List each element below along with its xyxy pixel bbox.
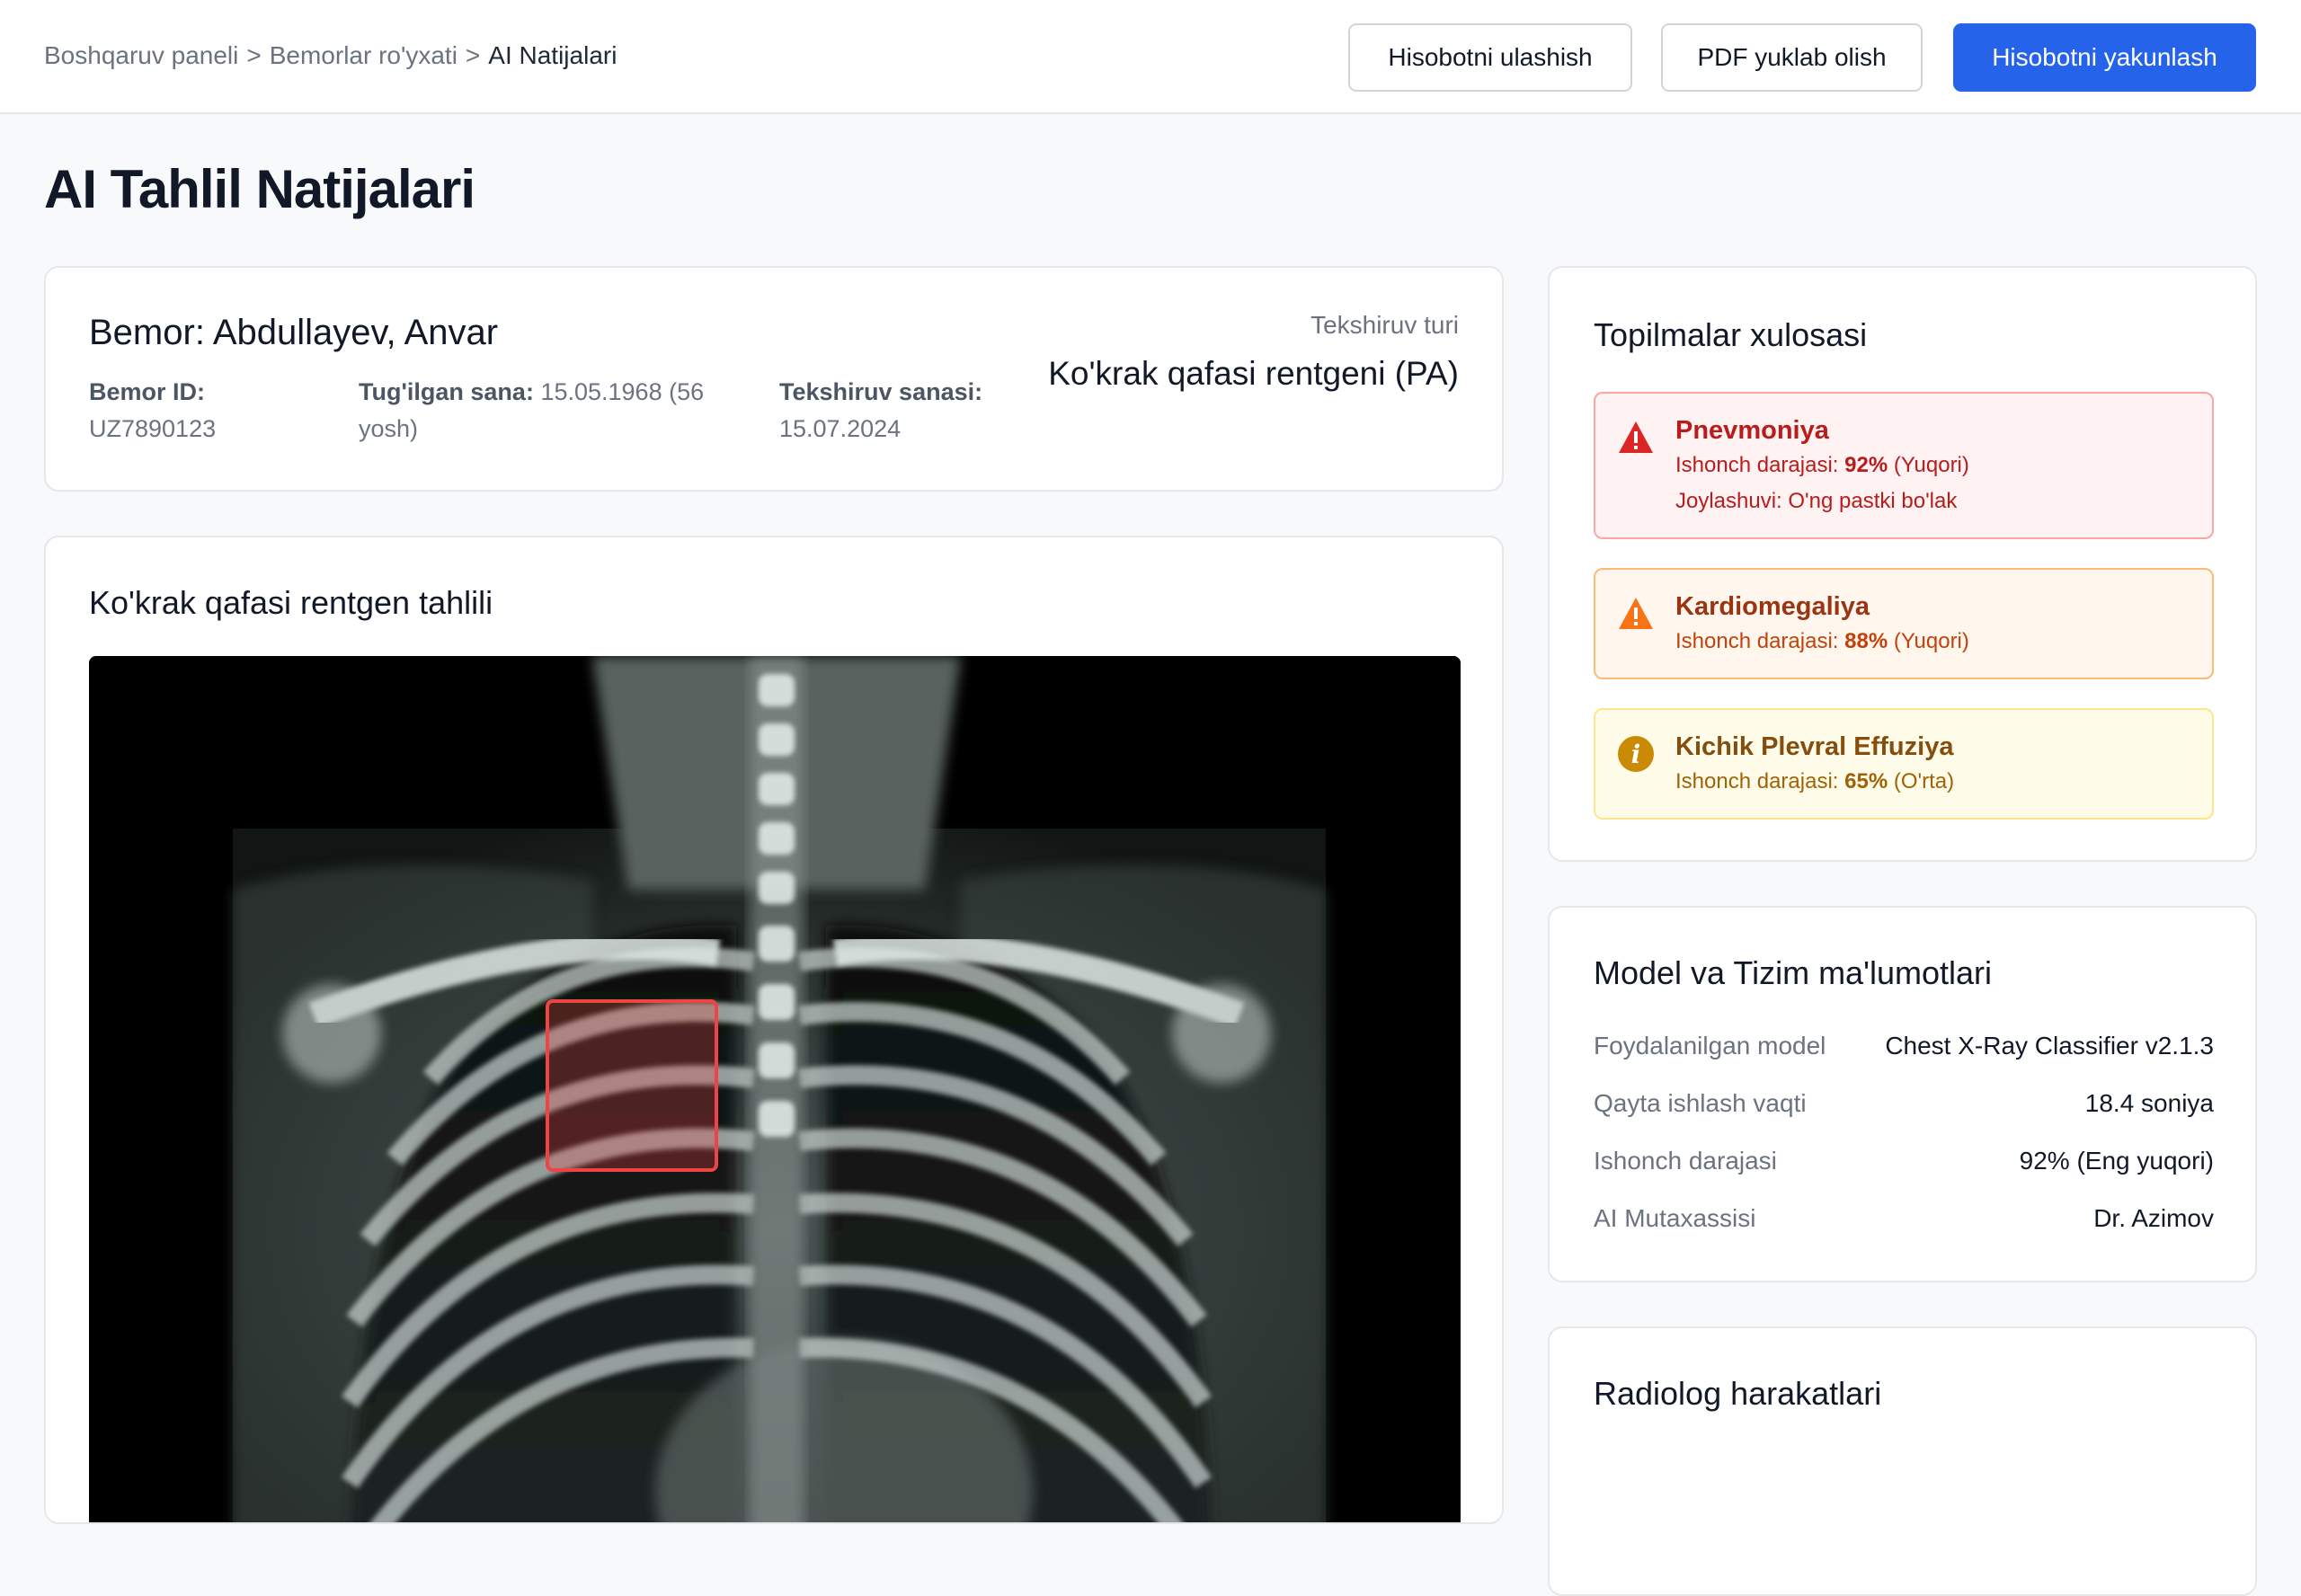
finding-pneumonia[interactable]: Pnevmoniya Ishonch darajasi: 92% (Yuqori… <box>1594 392 2214 539</box>
confidence-row-value: 92% (Eng yuqori) <box>2019 1147 2214 1175</box>
finding-name: Kichik Plevral Effuziya <box>1675 732 1954 761</box>
confidence-label: Ishonch darajasi: <box>1675 769 1839 794</box>
info-circle-icon: i <box>1618 736 1654 772</box>
findings-panel-title: Topilmalar xulosasi <box>1594 316 1868 353</box>
download-pdf-button[interactable]: PDF yuklab olish <box>1661 23 1923 92</box>
breadcrumb-patients[interactable]: Bemorlar ro'yxati <box>270 41 458 69</box>
page-title: AI Tahlil Natijalari <box>44 159 475 219</box>
chest-xray-illustration <box>89 656 1461 1522</box>
confidence-value: 92% <box>1844 453 1888 477</box>
confidence-level: (O'rta) <box>1893 769 1955 794</box>
processing-time-label: Qayta ishlash vaqti <box>1594 1089 1807 1117</box>
model-row-value: Chest X-Ray Classifier v2.1.3 <box>1885 1032 2214 1060</box>
ai-specialist-value: Dr. Azimov <box>2093 1204 2214 1232</box>
confidence-value: 65% <box>1844 769 1888 794</box>
breadcrumb-dashboard[interactable]: Boshqaruv paneli <box>44 41 238 69</box>
patient-id-label: Bemor ID: <box>89 378 206 405</box>
ai-specialist-label: AI Mutaxassisi <box>1594 1204 1756 1232</box>
finding-name: Kardiomegaliya <box>1675 592 1870 621</box>
radiologist-actions-card: Radiolog harakatlari <box>1548 1326 2257 1596</box>
top-bar: Boshqaruv paneli > Bemorlar ro'yxati > AI Na… <box>0 0 2301 114</box>
finalize-report-button[interactable]: Hisobotni yakunlash <box>1953 23 2256 92</box>
finding-confidence: Ishonch darajasi: 92% (Yuqori) <box>1675 453 1969 478</box>
finding-confidence: Ishonch darajasi: 88% (Yuqori) <box>1675 629 1969 654</box>
finding-location: Joylashuvi: O'ng pastki bo'lak <box>1675 489 1958 513</box>
warning-triangle-icon <box>1619 421 1653 453</box>
xray-panel-title: Ko'krak qafasi rentgen tahlili <box>89 584 493 621</box>
xray-analysis-card: Ko'krak qafasi rentgen tahlili <box>44 536 1504 1524</box>
patient-dob-label: Tug'ilgan sana: <box>359 378 534 405</box>
confidence-row-label: Ishonch darajasi <box>1594 1147 1777 1175</box>
warning-triangle-icon <box>1619 598 1653 629</box>
model-panel-title: Model va Tizim ma'lumotlari <box>1594 954 1992 991</box>
exam-date-value: 15.07.2024 <box>779 415 902 442</box>
exam-date-label: Tekshiruv sanasi: <box>779 378 983 405</box>
breadcrumb-current: AI Natijalari <box>488 41 617 69</box>
exam-type-label: Tekshiruv turi <box>1310 311 1459 339</box>
breadcrumb: Boshqaruv paneli > Bemorlar ro'yxati > AI Na… <box>44 41 617 70</box>
breadcrumb-separator: > <box>465 41 481 69</box>
radiologist-panel-title: Radiolog harakatlari <box>1594 1375 1882 1412</box>
processing-time-value: 18.4 soniya <box>2084 1089 2214 1117</box>
patient-name: Bemor: Abdullayev, Anvar <box>89 313 499 352</box>
xray-image[interactable] <box>89 656 1461 1522</box>
exam-type-value: Ko'krak qafasi rentgeni (PA) <box>1048 355 1459 392</box>
share-report-button[interactable]: Hisobotni ulashish <box>1348 23 1632 92</box>
confidence-label: Ishonch darajasi: <box>1675 453 1839 477</box>
finding-cardiomegaly[interactable]: Kardiomegaliya Ishonch darajasi: 88% (Yu… <box>1594 568 2214 679</box>
patient-dob: Tug'ilgan sana: 15.05.1968 (56 yosh) <box>359 374 736 448</box>
pneumonia-bounding-box[interactable] <box>546 999 718 1172</box>
model-info-card: Model va Tizim ma'lumotlari Foydalanilga… <box>1548 906 2257 1282</box>
confidence-value: 88% <box>1844 629 1888 653</box>
model-row-label: Foydalanilgan model <box>1594 1032 1826 1060</box>
confidence-level: (Yuqori) <box>1893 453 1969 477</box>
finding-pleural-effusion[interactable]: i Kichik Plevral Effuziya Ishonch daraja… <box>1594 708 2214 820</box>
finding-confidence: Ishonch darajasi: 65% (O'rta) <box>1675 769 1954 794</box>
breadcrumb-separator: > <box>246 41 262 69</box>
svg-text:i: i <box>1631 740 1641 769</box>
finding-name: Pnevmoniya <box>1675 416 1829 445</box>
confidence-level: (Yuqori) <box>1893 629 1969 653</box>
patient-id: Bemor ID: UZ7890123 <box>89 374 323 448</box>
patient-id-value: UZ7890123 <box>89 415 217 442</box>
findings-summary-card: Topilmalar xulosasi Pnevmoniya Ishonch d… <box>1548 266 2257 862</box>
patient-info-card: Bemor: Abdullayev, Anvar Bemor ID: UZ789… <box>44 266 1504 492</box>
confidence-label: Ishonch darajasi: <box>1675 629 1839 653</box>
